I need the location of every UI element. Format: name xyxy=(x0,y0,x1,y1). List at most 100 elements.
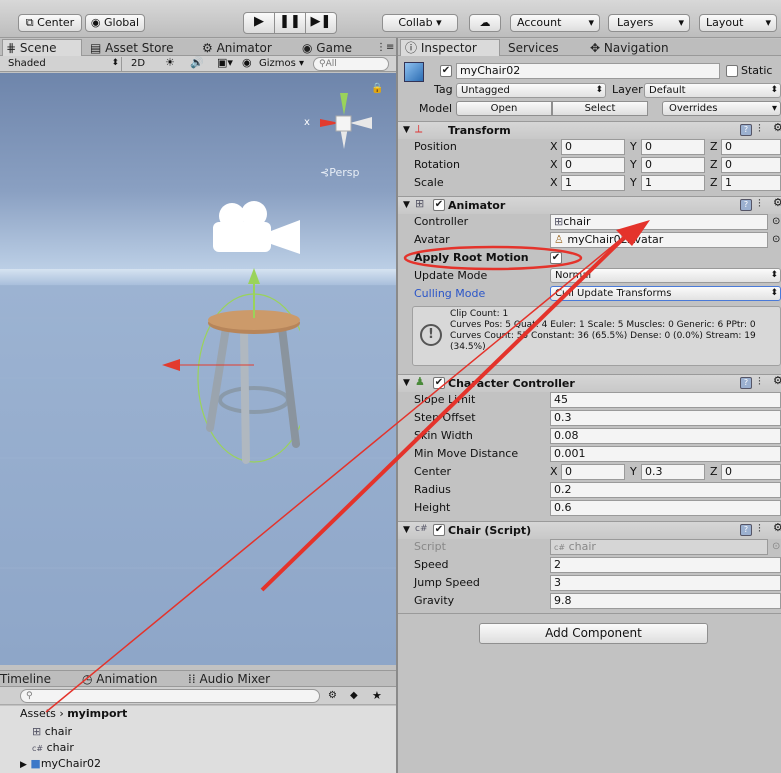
tab-audio-mixer[interactable]: ⁞⁞ Audio Mixer xyxy=(188,671,270,687)
help-book-icon[interactable]: ? xyxy=(740,377,752,389)
active-checkbox[interactable]: ✔ xyxy=(440,65,452,77)
layer-dropdown[interactable]: Default xyxy=(644,83,781,98)
object-picker-icon[interactable]: ⊙ xyxy=(772,233,780,247)
effects-toggle-icon[interactable]: ▣▾ xyxy=(217,56,233,70)
scale-x-field[interactable]: 1 xyxy=(561,175,625,191)
gravity-field[interactable]: 9.8 xyxy=(550,593,781,609)
transform-foldout-icon[interactable]: ▼ xyxy=(403,123,410,137)
layers-button[interactable]: Layers ▾ xyxy=(608,14,690,32)
project-item-model[interactable]: ▶ ■myChair02 xyxy=(20,757,101,772)
help-book-icon[interactable]: ? xyxy=(740,124,752,136)
account-button[interactable]: Account ▾ xyxy=(510,14,600,32)
character-controller-enabled-checkbox[interactable]: ✔ xyxy=(433,377,445,389)
position-x-label[interactable]: X xyxy=(550,140,558,154)
position-z-label[interactable]: Z xyxy=(710,140,718,154)
breadcrumb-myimport[interactable]: myimport xyxy=(67,707,127,720)
scale-y-field[interactable]: 1 xyxy=(641,175,705,191)
cloud-button[interactable]: ☁ xyxy=(469,14,501,32)
speed-field[interactable]: 2 xyxy=(550,557,781,573)
filter-by-label-icon[interactable]: ◆ xyxy=(350,689,358,703)
gear-icon[interactable]: ⚙ xyxy=(773,521,781,535)
rotation-z-label[interactable]: Z xyxy=(710,158,718,172)
visibility-icon[interactable]: ◉ xyxy=(242,56,252,70)
animator-foldout-icon[interactable]: ▼ xyxy=(403,198,410,212)
persp-label[interactable]: ⊰Persp xyxy=(320,166,359,180)
object-name-field[interactable]: myChair02 xyxy=(456,63,720,79)
radius-field[interactable]: 0.2 xyxy=(550,482,781,498)
static-checkbox[interactable] xyxy=(726,65,738,77)
scene-view[interactable]: x ⊰Persp 🔒 xyxy=(0,73,396,665)
project-item-script[interactable]: c# chair xyxy=(32,741,74,756)
tab-services[interactable]: Services xyxy=(508,40,559,56)
project-item-animator-controller[interactable]: ⊞ chair xyxy=(32,725,72,739)
update-mode-dropdown[interactable]: Normal xyxy=(550,268,781,283)
center-x-label[interactable]: X xyxy=(550,465,558,479)
play-button[interactable]: ▶ xyxy=(243,12,275,34)
lighting-toggle-icon[interactable]: ☀ xyxy=(165,56,175,70)
rotation-x-field[interactable]: 0 xyxy=(561,157,625,173)
step-button[interactable]: ▶❚ xyxy=(305,12,337,34)
help-book-icon[interactable]: ? xyxy=(740,524,752,536)
scale-y-label[interactable]: Y xyxy=(630,176,637,190)
rotation-x-label[interactable]: X xyxy=(550,158,558,172)
chair-script-enabled-checkbox[interactable]: ✔ xyxy=(433,524,445,536)
mode-2d-toggle[interactable]: 2D xyxy=(131,57,145,71)
rotation-y-field[interactable]: 0 xyxy=(641,157,705,173)
gear-icon[interactable]: ⚙ xyxy=(773,196,781,210)
avatar-field[interactable]: ♙ myChair02Avatar xyxy=(550,232,768,248)
culling-mode-dropdown[interactable]: Cull Update Transforms xyxy=(550,286,781,301)
scale-z-field[interactable]: 1 xyxy=(721,175,781,191)
jump-speed-field[interactable]: 3 xyxy=(550,575,781,591)
pause-button[interactable]: ❚❚ xyxy=(274,12,306,34)
gear-icon[interactable]: ⚙ xyxy=(773,121,781,135)
tab-timeline[interactable]: Timeline xyxy=(0,671,51,687)
audio-toggle-icon[interactable]: 🔊 xyxy=(190,56,204,70)
center-y-label[interactable]: Y xyxy=(630,465,637,479)
help-book-icon[interactable]: ? xyxy=(740,199,752,211)
breadcrumb-assets[interactable]: Assets xyxy=(20,707,56,720)
scale-z-label[interactable]: Z xyxy=(710,176,718,190)
center-z-field[interactable]: 0 xyxy=(721,464,781,480)
tag-dropdown[interactable]: Untagged xyxy=(456,83,606,98)
pivot-center-button[interactable]: ⧉ Center xyxy=(18,14,82,32)
tab-animation[interactable]: ◷ Animation xyxy=(82,671,157,687)
height-field[interactable]: 0.6 xyxy=(550,500,781,516)
apply-root-motion-checkbox[interactable]: ✔ xyxy=(550,252,562,264)
preset-sliders-icon[interactable]: ⫶ xyxy=(758,522,761,536)
layout-button[interactable]: Layout ▾ xyxy=(699,14,777,32)
position-y-field[interactable]: 0 xyxy=(641,139,705,155)
favorites-star-icon[interactable]: ★ xyxy=(372,689,382,703)
preset-sliders-icon[interactable]: ⫶ xyxy=(758,375,761,389)
gear-icon[interactable]: ⚙ xyxy=(773,374,781,388)
lock-icon[interactable]: 🔒 xyxy=(371,82,383,96)
gizmos-dropdown[interactable]: Gizmos ▾ xyxy=(259,57,304,71)
panel-menu-icon[interactable]: ⋮≡ xyxy=(376,40,394,56)
collab-button[interactable]: Collab ▾ xyxy=(382,14,458,32)
animator-enabled-checkbox[interactable]: ✔ xyxy=(433,199,445,211)
model-select-button[interactable]: Select xyxy=(552,101,648,116)
project-search-input[interactable]: ⚲ xyxy=(20,689,320,703)
tab-game[interactable]: ◉ Game xyxy=(302,40,352,56)
scene-search-input[interactable]: ⚲All xyxy=(313,57,389,71)
character-controller-foldout-icon[interactable]: ▼ xyxy=(403,376,410,390)
skin-width-field[interactable]: 0.08 xyxy=(550,428,781,444)
position-y-label[interactable]: Y xyxy=(630,140,637,154)
model-overrides-button[interactable]: Overrides ▾ xyxy=(662,101,781,116)
min-move-distance-field[interactable]: 0.001 xyxy=(550,446,781,462)
chair-script-foldout-icon[interactable]: ▼ xyxy=(403,523,410,537)
chair-model[interactable] xyxy=(160,268,300,468)
add-component-button[interactable]: Add Component xyxy=(479,623,708,644)
object-picker-icon[interactable]: ⊙ xyxy=(772,215,780,229)
rotation-y-label[interactable]: Y xyxy=(630,158,637,172)
center-z-label[interactable]: Z xyxy=(710,465,718,479)
preset-sliders-icon[interactable]: ⫶ xyxy=(758,122,761,136)
rotation-z-field[interactable]: 0 xyxy=(721,157,781,173)
shading-mode-dropdown[interactable]: Shaded xyxy=(4,57,122,71)
preset-sliders-icon[interactable]: ⫶ xyxy=(758,197,761,211)
view-orientation-gizmo[interactable] xyxy=(310,83,380,155)
tab-animator[interactable]: ⚙ Animator xyxy=(202,40,272,56)
model-open-button[interactable]: Open xyxy=(456,101,552,116)
position-z-field[interactable]: 0 xyxy=(721,139,781,155)
center-y-field[interactable]: 0.3 xyxy=(641,464,705,480)
slope-limit-field[interactable]: 45 xyxy=(550,392,781,408)
